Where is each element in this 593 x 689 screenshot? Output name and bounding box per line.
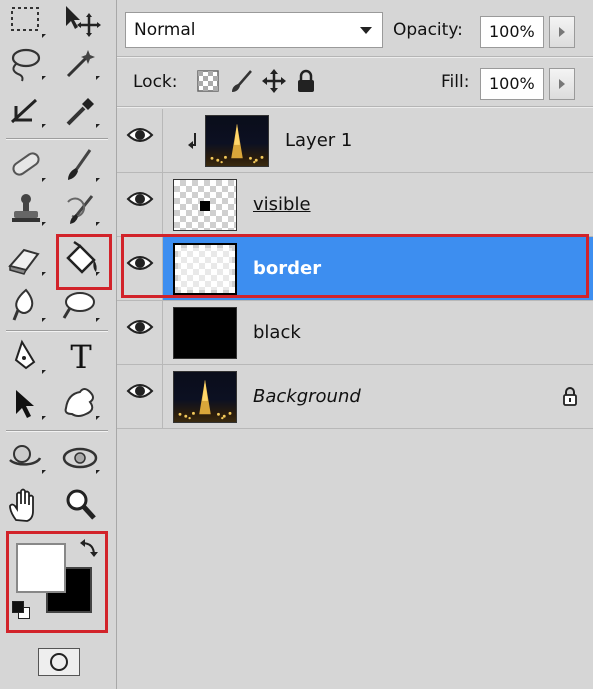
clone-stamp-tool-icon[interactable] [6,190,48,228]
layer-name: Background [253,386,361,407]
layer-name: visible [253,194,311,215]
lock-transparent-pixels-icon[interactable] [195,68,221,94]
lock-icon [561,386,579,406]
opacity-label: Opacity: [393,20,463,40]
clipping-mask-arrow-icon [187,129,199,151]
paint-bucket-highlight [56,234,112,290]
layers-panel: Normal Opacity: 100% Lock: Fill: 100% La… [117,0,593,689]
lock-position-icon[interactable] [261,68,287,94]
eye-icon [125,186,155,212]
quick-mask-button[interactable] [38,648,80,676]
opacity-field[interactable]: 100% [480,16,544,48]
type-tool-glyph: T [70,338,92,376]
layer-row-visible[interactable]: visible [117,173,593,237]
quick-mask-icon [50,653,68,671]
path-selection-tool-icon[interactable] [6,384,48,422]
opacity-slider-button[interactable] [549,16,575,48]
visibility-toggle[interactable] [117,173,163,236]
marquee-tool-icon[interactable] [6,2,48,40]
layer-thumbnail [173,307,237,359]
move-tool-icon[interactable] [60,2,102,40]
blend-mode-select[interactable]: Normal [125,12,383,48]
pen-tool-icon[interactable] [6,338,48,376]
brush-tool-icon[interactable] [60,146,102,184]
type-tool-icon[interactable]: T [60,338,102,376]
lasso-tool-icon[interactable] [6,44,48,82]
hand-tool-icon[interactable] [6,486,48,524]
zoom-tool-icon[interactable] [60,486,102,524]
eye-icon [125,314,155,340]
layer-thumbnail [205,115,269,167]
lock-image-pixels-icon[interactable] [229,68,255,94]
chevron-down-icon [360,27,372,34]
visibility-toggle[interactable] [117,301,163,364]
eye-icon [125,378,155,404]
lock-label: Lock: [133,72,178,92]
layer-name: black [253,322,301,343]
layer-name: Layer 1 [285,130,353,151]
history-brush-tool-icon[interactable] [60,190,102,228]
eraser-tool-icon[interactable] [6,240,48,278]
visibility-toggle[interactable] [117,109,163,172]
custom-shape-tool-icon[interactable] [60,384,102,422]
magic-wand-tool-icon[interactable] [60,44,102,82]
fill-label: Fill: [441,72,470,92]
fill-field[interactable]: 100% [480,68,544,100]
rotate-3d-tool-icon[interactable] [6,438,48,476]
healing-brush-tool-icon[interactable] [6,146,48,184]
crop-tool-icon[interactable] [6,92,48,130]
lock-all-icon[interactable] [293,68,319,94]
color-swatch-highlight [6,531,108,633]
blur-tool-icon[interactable] [6,286,48,324]
toolbox: T [0,0,117,689]
layer-row-background[interactable]: Background [117,365,593,429]
layer-thumbnail [173,371,237,423]
eyedropper-tool-icon[interactable] [60,92,102,130]
fill-slider-button[interactable] [549,68,575,100]
layer-row-black[interactable]: black [117,301,593,365]
layer-row-layer-1[interactable]: Layer 1 [117,109,593,173]
visibility-toggle[interactable] [117,365,163,428]
blend-mode-value: Normal [134,20,196,40]
orbit-3d-tool-icon[interactable] [60,438,102,476]
eye-icon [125,122,155,148]
layer-thumbnail [173,179,237,231]
dodge-tool-icon[interactable] [60,286,102,324]
selected-layer-highlight [121,234,589,298]
